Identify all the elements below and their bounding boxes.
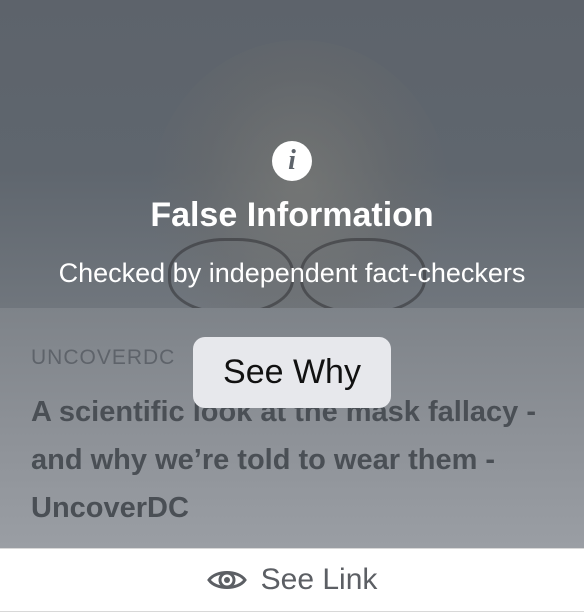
- divider: [0, 611, 584, 612]
- info-icon-glyph: i: [288, 145, 296, 176]
- see-why-button[interactable]: See Why: [193, 337, 391, 408]
- see-link-button[interactable]: See Link: [0, 549, 584, 611]
- see-link-label: See Link: [260, 563, 378, 596]
- warning-title: False Information: [150, 196, 434, 234]
- fact-check-card: UNCOVERDC A scientific look at the mask …: [0, 0, 584, 548]
- link-headline: A scientific look at the mask fallacy - …: [31, 396, 536, 524]
- eye-icon: [206, 567, 247, 593]
- info-icon: i: [272, 141, 312, 181]
- link-domain: UNCOVERDC: [31, 346, 176, 369]
- warning-subtitle: Checked by independent fact-checkers: [58, 258, 526, 288]
